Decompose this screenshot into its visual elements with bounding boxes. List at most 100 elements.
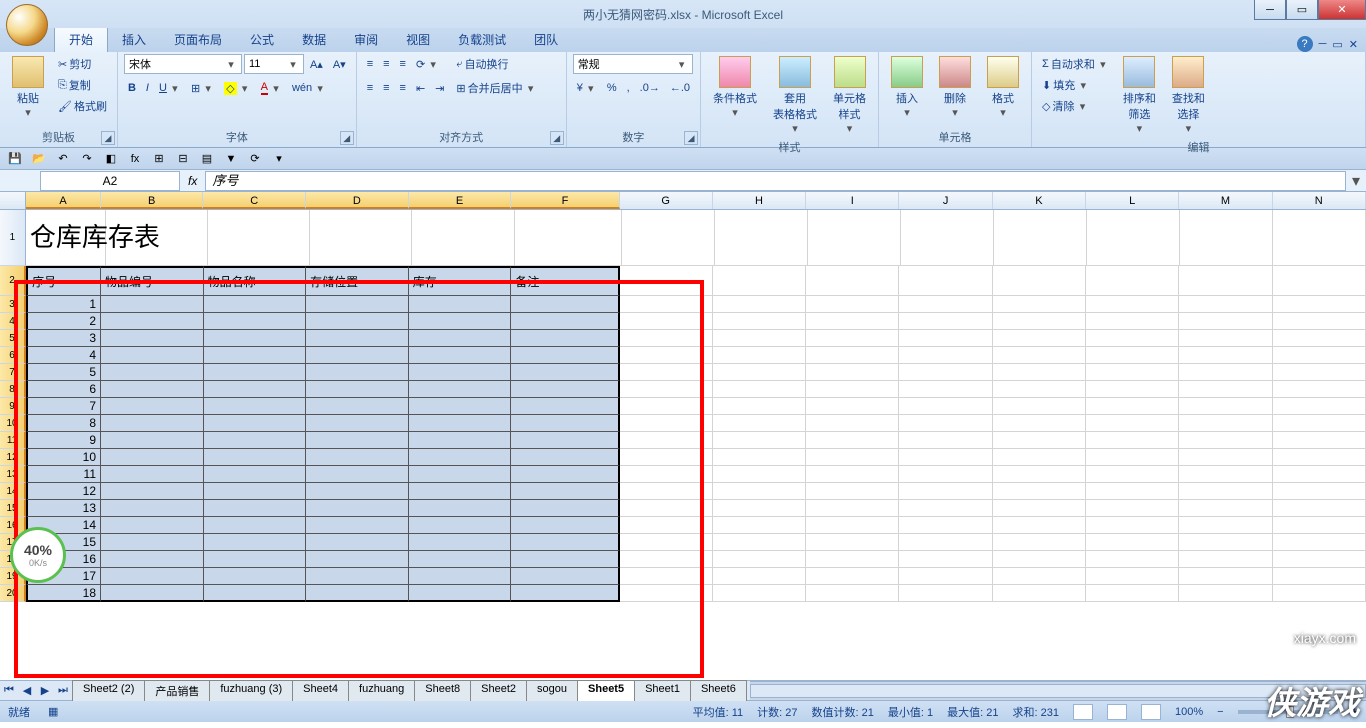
cell[interactable] [1179, 500, 1272, 517]
cell[interactable] [204, 534, 307, 551]
row-header[interactable]: 5 [0, 330, 26, 347]
cell[interactable] [994, 210, 1087, 266]
cell[interactable] [101, 534, 204, 551]
cell[interactable] [899, 483, 992, 500]
cell[interactable] [1087, 210, 1180, 266]
cell[interactable] [1086, 364, 1179, 381]
cell[interactable] [204, 313, 307, 330]
fx-icon[interactable]: fx [188, 174, 197, 188]
cell[interactable] [101, 296, 204, 313]
autosum-button[interactable]: Σ 自动求和▾ [1038, 54, 1113, 74]
cell[interactable] [620, 347, 713, 364]
cell[interactable] [713, 449, 806, 466]
cell[interactable] [1273, 432, 1366, 449]
cell[interactable] [806, 534, 899, 551]
cell[interactable] [620, 466, 713, 483]
tab-view[interactable]: 视图 [392, 27, 444, 52]
cell[interactable] [511, 313, 619, 330]
row-header[interactable]: 9 [0, 398, 26, 415]
cell[interactable] [409, 432, 512, 449]
cell[interactable] [306, 296, 409, 313]
view-page[interactable] [1107, 704, 1127, 720]
cell[interactable] [1086, 398, 1179, 415]
close-button[interactable]: ✕ [1318, 0, 1366, 20]
cell[interactable] [204, 483, 307, 500]
col-header-E[interactable]: E [409, 192, 512, 209]
cell[interactable] [1179, 449, 1272, 466]
cell[interactable] [806, 381, 899, 398]
cell[interactable] [1179, 398, 1272, 415]
cell[interactable] [1179, 483, 1272, 500]
cell[interactable] [620, 432, 713, 449]
cell[interactable] [713, 517, 806, 534]
cell[interactable] [409, 415, 512, 432]
col-header-G[interactable]: G [620, 192, 713, 209]
cell[interactable]: 12 [26, 483, 101, 500]
cell[interactable] [806, 266, 899, 296]
cell[interactable] [511, 432, 619, 449]
cell[interactable] [1273, 210, 1366, 266]
align-middle[interactable]: ≡ [379, 54, 393, 74]
phonetic-button[interactable]: wén▾ [288, 78, 330, 98]
maximize-button[interactable]: ▭ [1286, 0, 1318, 20]
qat-btn9[interactable]: ▤ [198, 150, 216, 168]
sheet-tab[interactable]: 产品销售 [144, 680, 210, 701]
cell[interactable] [806, 551, 899, 568]
tab-team[interactable]: 团队 [520, 27, 572, 52]
bold-button[interactable]: B [124, 78, 140, 98]
minimize-button[interactable]: ─ [1254, 0, 1286, 20]
cell[interactable] [713, 381, 806, 398]
view-break[interactable] [1141, 704, 1161, 720]
cell[interactable] [899, 415, 992, 432]
align-left[interactable]: ≡ [363, 78, 377, 98]
increase-indent[interactable]: ⇥ [431, 78, 448, 98]
cell[interactable]: 物品名称 [204, 266, 307, 296]
cell[interactable] [806, 415, 899, 432]
cell[interactable] [1086, 483, 1179, 500]
cell[interactable] [1273, 266, 1366, 296]
cell[interactable] [1273, 500, 1366, 517]
cell[interactable] [511, 381, 619, 398]
cell[interactable] [1273, 517, 1366, 534]
cell[interactable]: 7 [26, 398, 101, 415]
col-header-B[interactable]: B [101, 192, 204, 209]
cell[interactable] [1273, 534, 1366, 551]
align-top[interactable]: ≡ [363, 54, 377, 74]
row-header[interactable]: 14 [0, 483, 26, 500]
cell[interactable] [899, 500, 992, 517]
align-center[interactable]: ≡ [379, 78, 393, 98]
font-name-combo[interactable]: 宋体▾ [124, 54, 242, 74]
row-header[interactable]: 12 [0, 449, 26, 466]
cell[interactable] [1179, 432, 1272, 449]
cell[interactable]: 1 [26, 296, 101, 313]
col-header-H[interactable]: H [713, 192, 806, 209]
cell[interactable] [899, 568, 992, 585]
cell[interactable] [620, 500, 713, 517]
cell[interactable] [1273, 568, 1366, 585]
cell[interactable] [1273, 347, 1366, 364]
cell[interactable] [306, 415, 409, 432]
cell[interactable] [1179, 466, 1272, 483]
cell[interactable] [101, 585, 204, 602]
cell[interactable] [993, 483, 1086, 500]
cell[interactable] [713, 551, 806, 568]
decrease-font-button[interactable]: A▾ [329, 54, 350, 74]
paste-button[interactable]: 粘贴▾ [6, 54, 50, 121]
cell[interactable] [993, 296, 1086, 313]
cell[interactable] [1273, 449, 1366, 466]
cell[interactable] [306, 330, 409, 347]
tab-insert[interactable]: 插入 [108, 27, 160, 52]
cell[interactable] [511, 551, 619, 568]
cell-style-button[interactable]: 单元格 样式▾ [827, 54, 872, 137]
qat-undo[interactable]: ↶ [54, 150, 72, 168]
cond-format-button[interactable]: 条件格式▾ [707, 54, 763, 121]
cell[interactable] [713, 432, 806, 449]
cell[interactable] [511, 466, 619, 483]
cell[interactable] [899, 347, 992, 364]
cell[interactable] [620, 381, 713, 398]
cell[interactable] [806, 449, 899, 466]
clipboard-launcher[interactable]: ◢ [101, 131, 115, 145]
name-box[interactable]: A2 [40, 171, 180, 191]
cell[interactable] [1086, 551, 1179, 568]
cell[interactable]: 10 [26, 449, 101, 466]
